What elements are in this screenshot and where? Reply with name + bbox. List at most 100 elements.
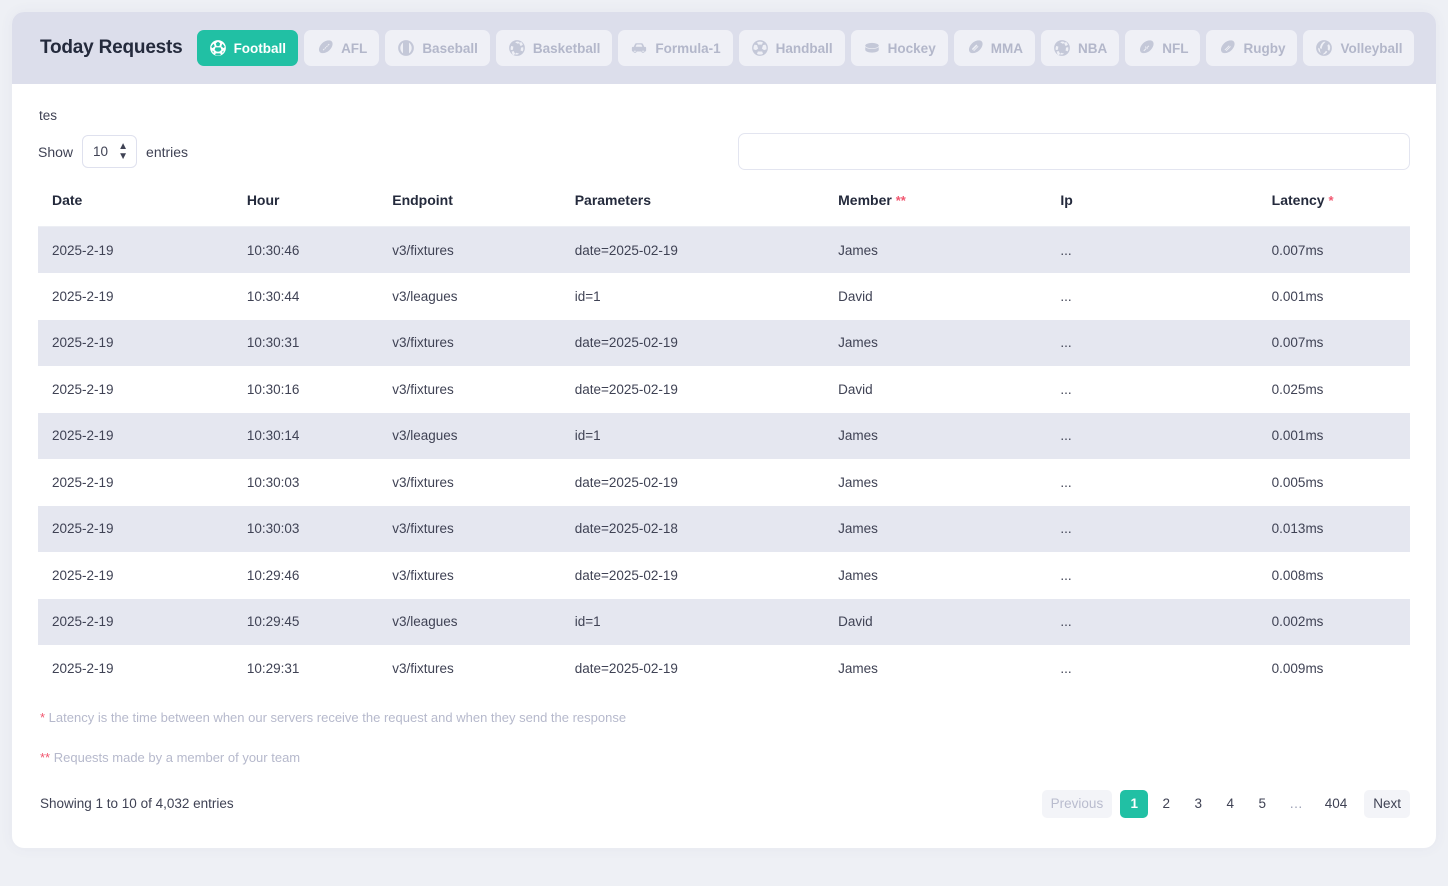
footnote-marker: ** xyxy=(40,749,51,765)
cell-endpoint: v3/fixtures xyxy=(378,459,561,506)
cell-hour: 10:30:31 xyxy=(232,319,379,366)
handball-icon xyxy=(751,39,769,57)
cell-hour: 10:30:03 xyxy=(232,459,379,506)
cell-member: James xyxy=(824,459,1047,506)
table-row[interactable]: 2025-2-19 10:30:14 v3/leagues id=1 James... 0… xyxy=(38,412,1410,459)
page-length-select[interactable]: 102550100 xyxy=(82,135,138,168)
table-row[interactable]: 2025-2-19 10:29:45 v3/leagues id=1 David... 0… xyxy=(38,598,1410,645)
tab-mma[interactable]: MMA xyxy=(953,30,1035,66)
cell-ip: ... xyxy=(1046,226,1258,273)
tab-volleyball[interactable]: Volleyball xyxy=(1303,30,1415,66)
column-header-label: Parameters xyxy=(574,192,651,208)
mma-ball-icon xyxy=(966,39,984,57)
cell-hour: 10:30:16 xyxy=(232,366,379,413)
table-row[interactable]: 2025-2-19 10:30:31 v3/fixtures date=2025-02… xyxy=(38,319,1410,366)
table-controls: Show 102550100 ▲▼ entries xyxy=(38,133,1410,170)
table-footer: Showing 1 to 10 of 4,032 entries Previou… xyxy=(38,789,1410,818)
footnote-marker: ** xyxy=(895,193,906,208)
cell-hour: 10:29:45 xyxy=(232,598,379,645)
footnote-text: Requests made by a member of your team xyxy=(50,749,301,765)
page-title: Today Requests xyxy=(40,37,183,58)
pagination-page-2[interactable]: 2 xyxy=(1152,790,1180,818)
cell-parameters: date=2025-02-18 xyxy=(560,505,825,552)
cell-hour: 10:30:44 xyxy=(232,273,379,320)
pagination-next[interactable]: Next xyxy=(1364,789,1410,818)
pagination-page-3[interactable]: 3 xyxy=(1184,790,1212,818)
column-header-member[interactable]: Member ** xyxy=(824,192,1047,227)
table-row[interactable]: 2025-2-19 10:30:03 v3/fixtures date=2025-02… xyxy=(38,459,1410,506)
pagination-previous[interactable]: Previous xyxy=(1041,789,1113,818)
column-header-date[interactable]: Date xyxy=(38,192,233,227)
column-header-parameters[interactable]: Parameters xyxy=(560,192,825,227)
cell-member: David xyxy=(824,273,1047,320)
cell-latency: 0.007ms xyxy=(1257,226,1410,273)
cell-date: 2025-2-19 xyxy=(38,366,233,413)
basketball-icon xyxy=(508,39,526,57)
cell-endpoint: v3/fixtures xyxy=(378,319,561,366)
cell-member: David xyxy=(824,598,1047,645)
column-header-ip[interactable]: Ip xyxy=(1046,192,1258,227)
table-row[interactable]: 2025-2-19 10:29:46 v3/fixtures date=2025-02… xyxy=(38,552,1410,599)
cell-member: James xyxy=(824,226,1047,273)
footnote: * Latency is the time between when our s… xyxy=(40,710,1410,725)
cell-parameters: id=1 xyxy=(560,412,825,459)
basketball-icon xyxy=(1053,39,1071,57)
cell-date: 2025-2-19 xyxy=(38,598,233,645)
column-header-label: Member xyxy=(838,192,892,208)
table-row[interactable]: 2025-2-19 10:30:46 v3/fixtures date=2025-02… xyxy=(38,226,1410,273)
tab-football[interactable]: Football xyxy=(196,30,299,66)
table-row[interactable]: 2025-2-19 10:30:44 v3/leagues id=1 David... 0… xyxy=(38,273,1410,320)
tab-rugby[interactable]: Rugby xyxy=(1206,30,1298,66)
column-header-latency[interactable]: Latency * xyxy=(1257,192,1410,227)
cell-endpoint: v3/fixtures xyxy=(378,366,561,413)
today-requests-card: Today Requests Football AFL Baseball Basket… xyxy=(12,12,1436,848)
cell-hour: 10:30:46 xyxy=(232,226,379,273)
cell-endpoint: v3/fixtures xyxy=(378,645,561,692)
tab-afl[interactable]: AFL xyxy=(304,30,380,66)
cell-ip: ... xyxy=(1046,505,1258,552)
pagination-page-404[interactable]: 404 xyxy=(1316,790,1357,818)
cell-date: 2025-2-19 xyxy=(38,319,233,366)
cell-date: 2025-2-19 xyxy=(38,273,233,320)
entries-info: Showing 1 to 10 of 4,032 entries xyxy=(40,796,234,811)
tab-nba[interactable]: NBA xyxy=(1040,30,1120,66)
table-row[interactable]: 2025-2-19 10:30:16 v3/fixtures date=2025-02… xyxy=(38,366,1410,413)
cell-member: James xyxy=(824,412,1047,459)
cell-ip: ... xyxy=(1046,645,1258,692)
tab-nfl[interactable]: NFL xyxy=(1125,30,1201,66)
column-header-endpoint[interactable]: Endpoint xyxy=(378,192,561,227)
tab-baseball[interactable]: Baseball xyxy=(385,30,490,66)
tab-label: NBA xyxy=(1077,40,1108,56)
card-header: Today Requests Football AFL Baseball Basket… xyxy=(12,12,1436,84)
cell-hour: 10:29:31 xyxy=(232,645,379,692)
tab-basketball[interactable]: Basketball xyxy=(495,30,613,66)
cell-date: 2025-2-19 xyxy=(38,459,233,506)
stray-text: tes xyxy=(39,108,58,123)
cell-parameters: date=2025-02-19 xyxy=(560,366,825,413)
baseball-icon xyxy=(397,39,415,57)
column-header-hour[interactable]: Hour xyxy=(232,192,379,227)
tab-hockey[interactable]: Hockey xyxy=(850,30,948,66)
search-input[interactable] xyxy=(738,133,1410,170)
pagination-page-4[interactable]: 4 xyxy=(1216,790,1244,818)
pagination-page-5[interactable]: 5 xyxy=(1248,790,1276,818)
tab-label: Baseball xyxy=(422,40,478,56)
tab-label: AFL xyxy=(341,40,368,56)
pagination-ellipsis: … xyxy=(1280,790,1312,818)
column-header-label: Hour xyxy=(246,192,280,208)
table-row[interactable]: 2025-2-19 10:30:03 v3/fixtures date=2025-02… xyxy=(38,505,1410,552)
volleyball-icon xyxy=(1315,39,1333,57)
pagination-page-1[interactable]: 1 xyxy=(1120,789,1149,818)
footnote: ** Requests made by a member of your tea… xyxy=(40,750,1410,765)
cell-latency: 0.001ms xyxy=(1257,412,1410,459)
cell-endpoint: v3/leagues xyxy=(378,598,561,645)
table-row[interactable]: 2025-2-19 10:29:31 v3/fixtures date=2025-02… xyxy=(38,645,1410,692)
cell-date: 2025-2-19 xyxy=(38,226,233,273)
hockey-puck-icon xyxy=(863,39,881,57)
tab-handball[interactable]: Handball xyxy=(738,30,845,66)
tab-formula-1[interactable]: Formula-1 xyxy=(618,30,733,66)
table-notes: * Latency is the time between when our s… xyxy=(38,710,1410,765)
cell-parameters: date=2025-02-19 xyxy=(560,645,825,692)
table-body: 2025-2-19 10:30:46 v3/fixtures date=2025-02… xyxy=(38,226,1410,692)
cell-ip: ... xyxy=(1046,598,1258,645)
